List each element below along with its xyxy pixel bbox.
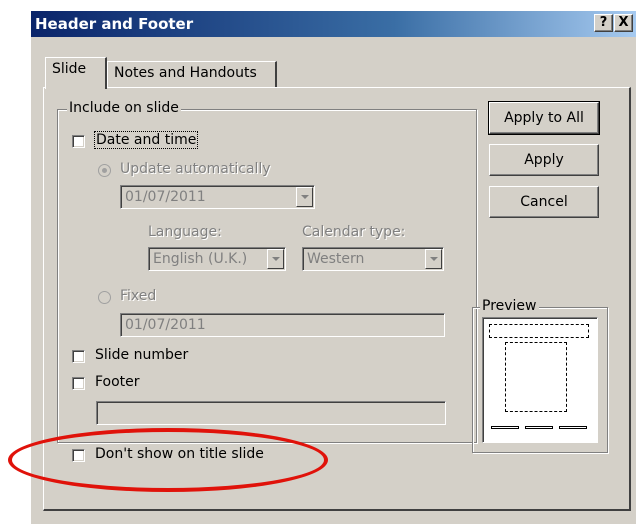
- date-time-checkbox[interactable]: [72, 135, 85, 148]
- language-value: English (U.K.): [153, 251, 248, 267]
- language-dropdown-button[interactable]: [267, 249, 284, 269]
- calendar-type-value: Western: [307, 251, 365, 267]
- fixed-date-value: 01/07/2011: [125, 317, 206, 333]
- tab-slide[interactable]: Slide: [45, 57, 107, 89]
- tab-slide-label: Slide: [52, 61, 87, 77]
- date-dropdown-button[interactable]: [296, 187, 313, 207]
- include-group-legend: Include on slide: [67, 100, 181, 116]
- calendar-type-label: Calendar type:: [302, 224, 406, 240]
- preview-thumbnail: [482, 317, 598, 443]
- preview-body-placeholder: [505, 342, 567, 412]
- apply-to-all-button[interactable]: Apply to All: [488, 101, 600, 135]
- preview-title-placeholder: [489, 324, 589, 338]
- date-time-text: Date and time: [96, 132, 197, 148]
- preview-date-placeholder: [491, 426, 519, 429]
- update-automatically-radio[interactable]: [98, 164, 111, 177]
- language-dropdown[interactable]: English (U.K.): [148, 247, 286, 271]
- footer-checkbox[interactable]: [72, 377, 85, 390]
- preview-legend: Preview: [480, 298, 539, 314]
- slide-number-checkbox[interactable]: [72, 350, 85, 363]
- title-bar[interactable]: Header and Footer ? X: [31, 11, 636, 37]
- chevron-down-icon: [272, 257, 280, 261]
- date-format-dropdown[interactable]: 01/07/2011: [120, 185, 315, 209]
- preview-number-placeholder: [559, 426, 587, 429]
- header-footer-dialog: Header and Footer ? X Slide Notes and Ha…: [30, 10, 636, 524]
- footer-label[interactable]: Footer: [95, 374, 140, 390]
- help-button[interactable]: ?: [594, 14, 613, 32]
- radio-dot-icon: [102, 168, 107, 173]
- apply-button[interactable]: Apply: [489, 144, 599, 176]
- update-automatically-label: Update automatically: [120, 161, 271, 177]
- slide-number-label[interactable]: Slide number: [95, 347, 188, 363]
- cancel-button[interactable]: Cancel: [489, 186, 599, 218]
- chevron-down-icon: [430, 257, 438, 261]
- dialog-title: Header and Footer: [35, 15, 194, 33]
- dont-show-title-checkbox[interactable]: [72, 449, 85, 462]
- include-on-slide-group: [57, 109, 477, 443]
- calendar-type-dropdown[interactable]: Western: [302, 247, 444, 271]
- date-format-value: 01/07/2011: [125, 189, 206, 205]
- language-label: Language:: [148, 224, 222, 240]
- calendar-dropdown-button[interactable]: [425, 249, 442, 269]
- chevron-down-icon: [301, 195, 309, 199]
- date-time-label[interactable]: Date and time: [93, 131, 199, 149]
- close-button[interactable]: X: [614, 14, 633, 32]
- tab-notes-handouts[interactable]: Notes and Handouts: [107, 61, 277, 87]
- footer-text-field[interactable]: [96, 401, 446, 425]
- tab-notes-label: Notes and Handouts: [114, 65, 257, 81]
- preview-footer-placeholder: [525, 426, 553, 429]
- fixed-radio[interactable]: [98, 291, 111, 304]
- fixed-date-field[interactable]: 01/07/2011: [120, 313, 445, 337]
- fixed-label: Fixed: [120, 288, 157, 304]
- dont-show-title-label[interactable]: Don't show on title slide: [95, 446, 264, 462]
